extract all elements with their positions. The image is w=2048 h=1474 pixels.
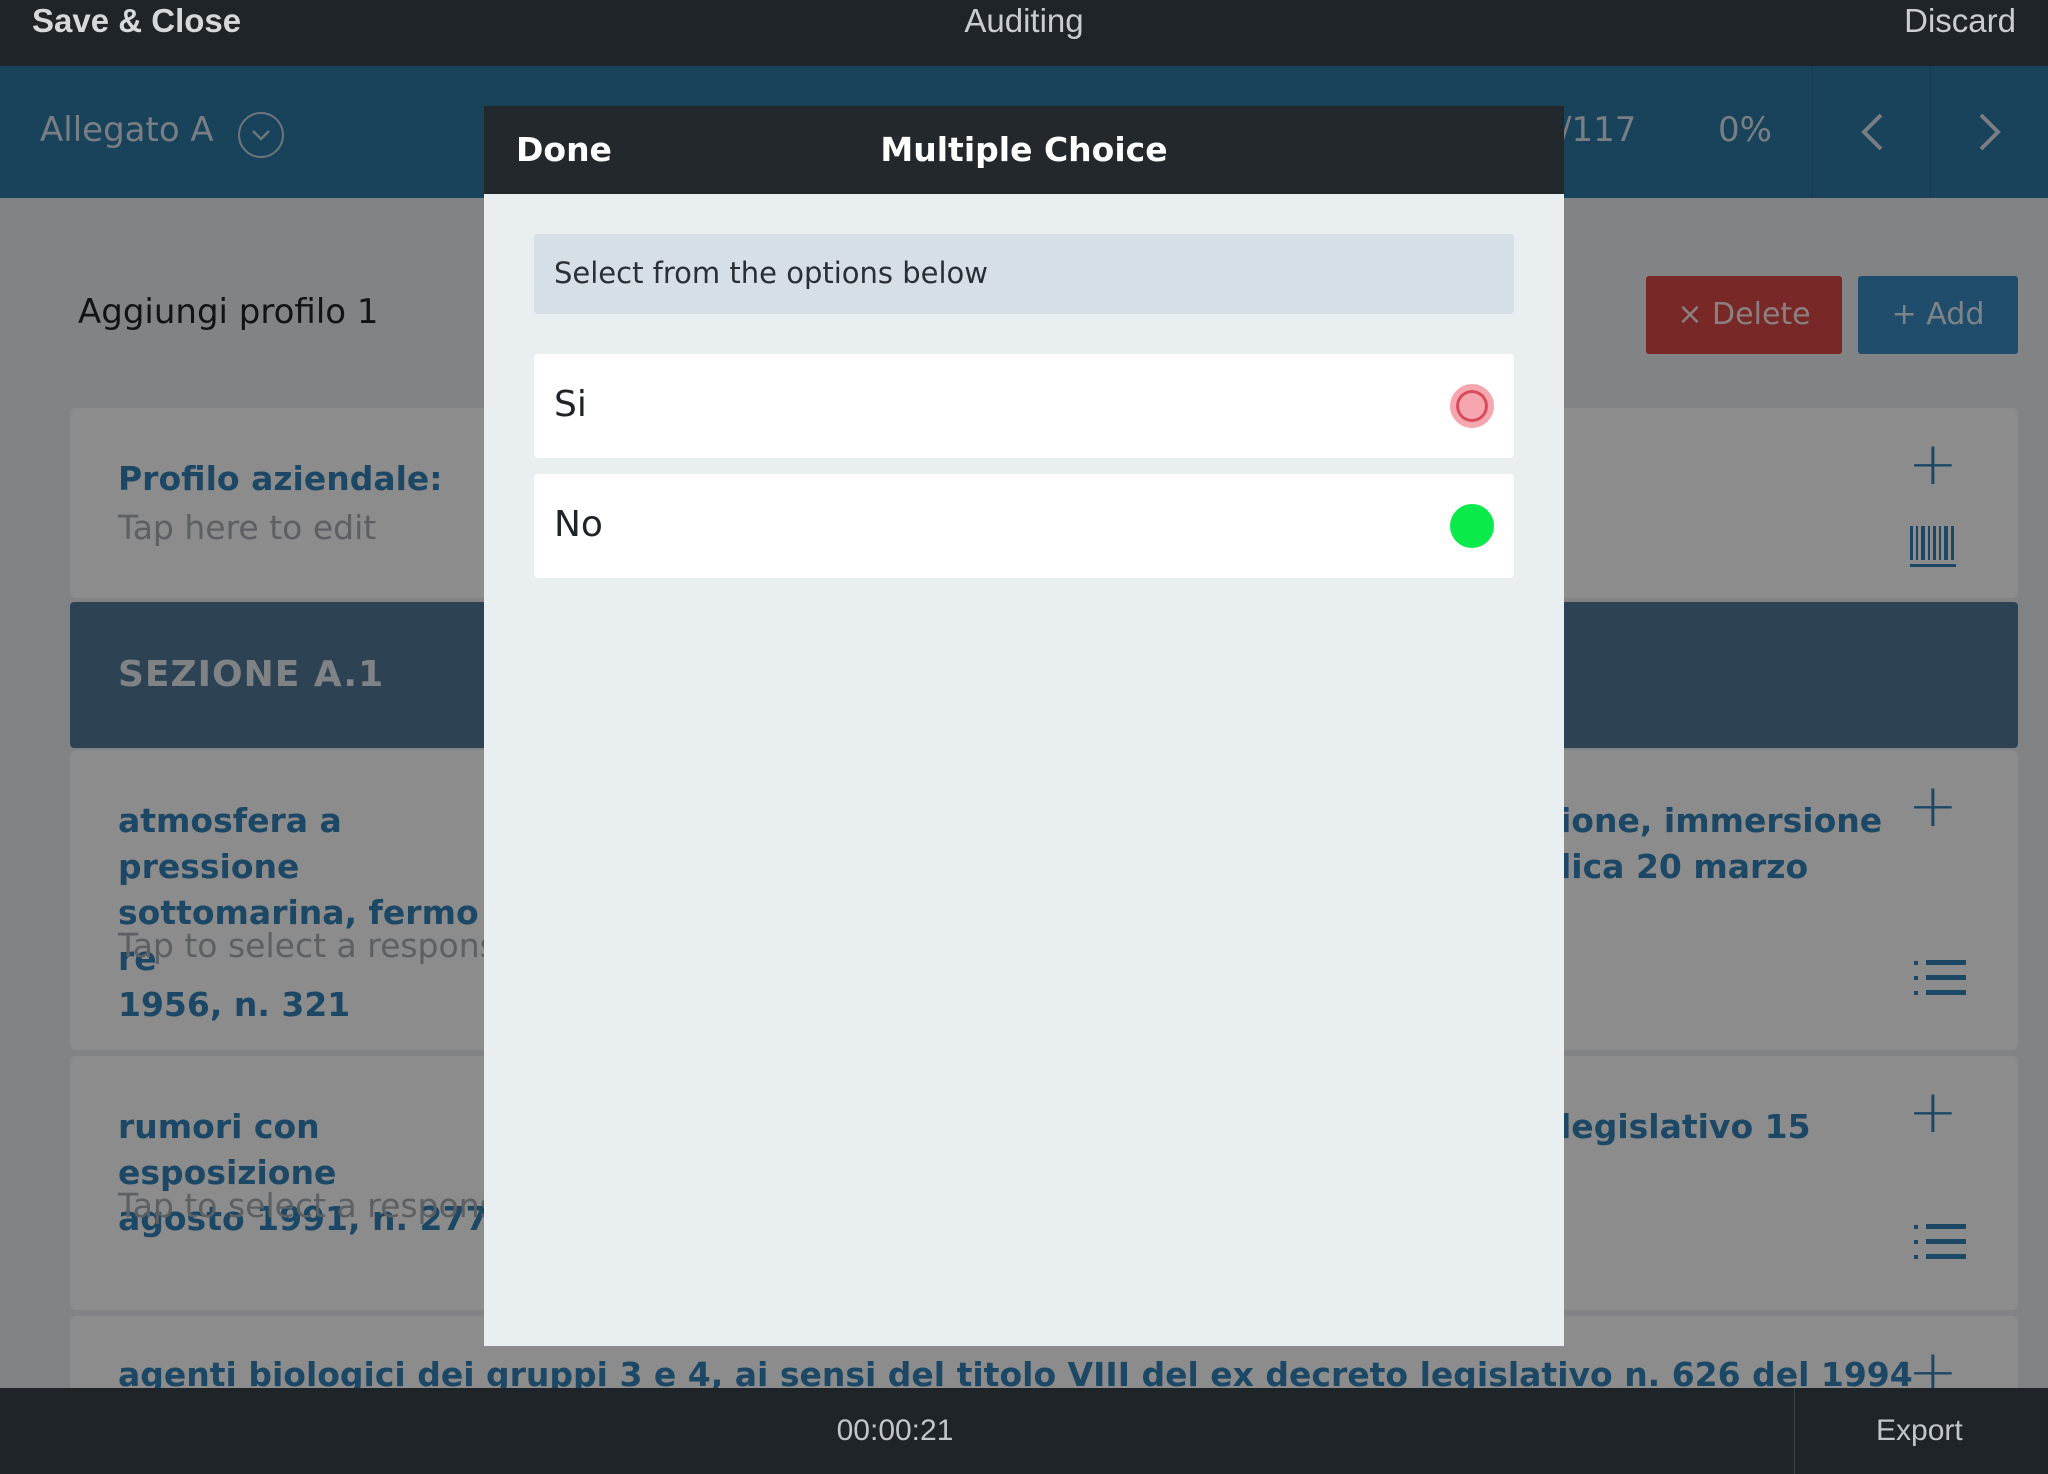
export-button[interactable]: Export	[1876, 1414, 1963, 1448]
option-no[interactable]: No	[534, 474, 1514, 578]
multiple-choice-modal: Done Multiple Choice Select from the opt…	[484, 106, 1564, 1346]
bottom-divider	[1794, 1388, 1795, 1474]
discard-button[interactable]: Discard	[1904, 2, 2016, 40]
radio-circle-icon[interactable]	[1450, 384, 1494, 428]
instructions-text: Select from the options below	[554, 256, 988, 290]
option-label: No	[554, 504, 603, 545]
radio-circle-icon[interactable]	[1450, 504, 1494, 548]
app-title: Auditing	[964, 2, 1084, 39]
modal-title: Multiple Choice	[880, 130, 1168, 169]
option-label: Si	[554, 384, 587, 425]
elapsed-timer: 00:00:21	[836, 1414, 954, 1447]
option-si[interactable]: Si	[534, 354, 1514, 458]
bottom-bar: 00:00:21 Export	[0, 1388, 2048, 1474]
modal-header: Done Multiple Choice	[484, 106, 1564, 194]
instructions-banner: Select from the options below	[534, 234, 1514, 314]
top-bar: Save & Close Auditing Discard	[0, 0, 2048, 66]
